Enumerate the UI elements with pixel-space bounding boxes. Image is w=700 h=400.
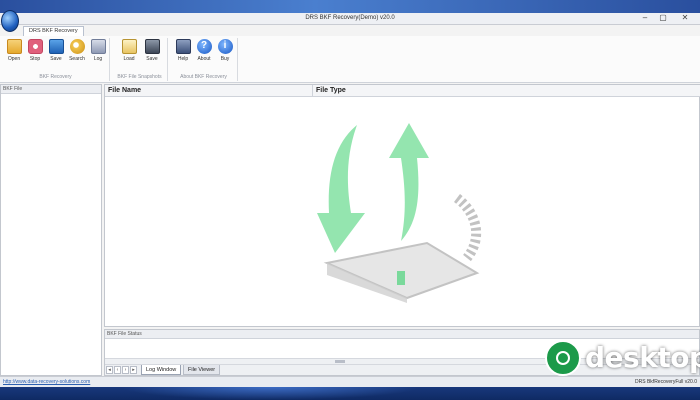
save-snapshot-label: Save	[146, 56, 158, 62]
about-button[interactable]: ? About	[193, 39, 215, 66]
save-label: Save	[50, 56, 62, 62]
column-header-file-name[interactable]: File Name	[105, 85, 313, 97]
next-tab-icon[interactable]: ›	[122, 366, 129, 374]
save-button[interactable]: Save	[45, 39, 67, 66]
first-tab-icon[interactable]: ◂	[106, 366, 113, 374]
open-button[interactable]: Open	[3, 39, 25, 66]
column-header-file-type[interactable]: File Type	[313, 85, 700, 97]
window-title: DRS BKF Recovery(Demo) v20.0	[305, 15, 395, 21]
help-button[interactable]: Help	[172, 39, 194, 66]
taskbar-glow	[120, 387, 420, 400]
disk-save-icon	[144, 39, 160, 54]
about-label: About	[197, 56, 211, 62]
bkf-file-status-header: BKF File Status	[105, 330, 699, 339]
title-bar: DRS BKF Recovery(Demo) v20.0 – ▢ ✕	[0, 13, 700, 25]
scrollbar-thumb[interactable]	[335, 360, 345, 363]
tab-file-viewer[interactable]: File Viewer	[183, 365, 221, 375]
group-label-bkf-recovery: BKF Recovery	[39, 74, 72, 80]
group-label-about: About BKF Recovery	[180, 74, 227, 80]
folder-open-icon	[6, 39, 22, 54]
ribbon-group-snapshots: Load Save BKF File Snapshots	[112, 38, 168, 81]
desktop-background	[0, 0, 700, 14]
bkf-file-tree-panel[interactable]: BKF File	[0, 84, 102, 376]
maximize-button[interactable]: ▢	[656, 13, 670, 24]
ribbon-group-about: Help ? About i Buy About BKF Recovery	[170, 38, 238, 81]
buy-button[interactable]: i Buy	[214, 39, 236, 66]
brand-watermark: desktop	[545, 340, 700, 378]
search-button[interactable]: Search	[66, 39, 88, 66]
brand-logo-icon	[545, 340, 581, 376]
os-taskbar	[0, 387, 700, 400]
log-label: Log	[93, 56, 103, 62]
bkf-file-header: BKF File	[1, 85, 101, 94]
question-icon: ?	[196, 39, 212, 54]
search-label: Search	[69, 56, 85, 62]
close-button[interactable]: ✕	[674, 13, 696, 24]
file-list-panel[interactable]: File Name File Type	[104, 84, 700, 327]
ribbon-group-bkf-recovery: Open Stop Save Search Log BKF Recovery	[2, 38, 110, 81]
app-logo-icon[interactable]	[1, 10, 19, 32]
prev-tab-icon[interactable]: ‹	[114, 366, 121, 374]
minimize-button[interactable]: –	[638, 13, 652, 24]
help-label: Help	[177, 56, 189, 62]
stop-button[interactable]: Stop	[24, 39, 46, 66]
save-snapshot-button[interactable]: Save	[141, 39, 163, 66]
load-icon	[121, 39, 137, 54]
brand-face-icon	[556, 351, 570, 365]
version-label: DRS BkfRecoveryFull v20.0	[635, 379, 697, 385]
search-icon	[69, 39, 85, 54]
group-label-snapshots: BKF File Snapshots	[117, 74, 162, 80]
last-tab-icon[interactable]: ▸	[130, 366, 137, 374]
stop-label: Stop	[29, 56, 41, 62]
brand-text: desktop	[585, 341, 700, 374]
load-label: Load	[123, 56, 135, 62]
recovery-watermark-icon	[317, 123, 481, 303]
help-book-icon	[175, 39, 191, 54]
log-button[interactable]: Log	[87, 39, 109, 66]
info-icon: i	[217, 39, 233, 54]
buy-label: Buy	[220, 56, 230, 62]
stop-icon	[27, 39, 43, 54]
open-label: Open	[7, 56, 21, 62]
app-window: DRS BKF Recovery(Demo) v20.0 – ▢ ✕ DRS B…	[0, 10, 700, 387]
tab-log-window[interactable]: Log Window	[141, 365, 182, 375]
ribbon: Open Stop Save Search Log BKF Recovery L…	[0, 36, 700, 83]
load-snapshot-button[interactable]: Load	[118, 39, 140, 66]
website-link[interactable]: http://www.data-recovery-solutions.com	[3, 379, 90, 385]
log-icon	[90, 39, 106, 54]
save-icon	[48, 39, 64, 54]
